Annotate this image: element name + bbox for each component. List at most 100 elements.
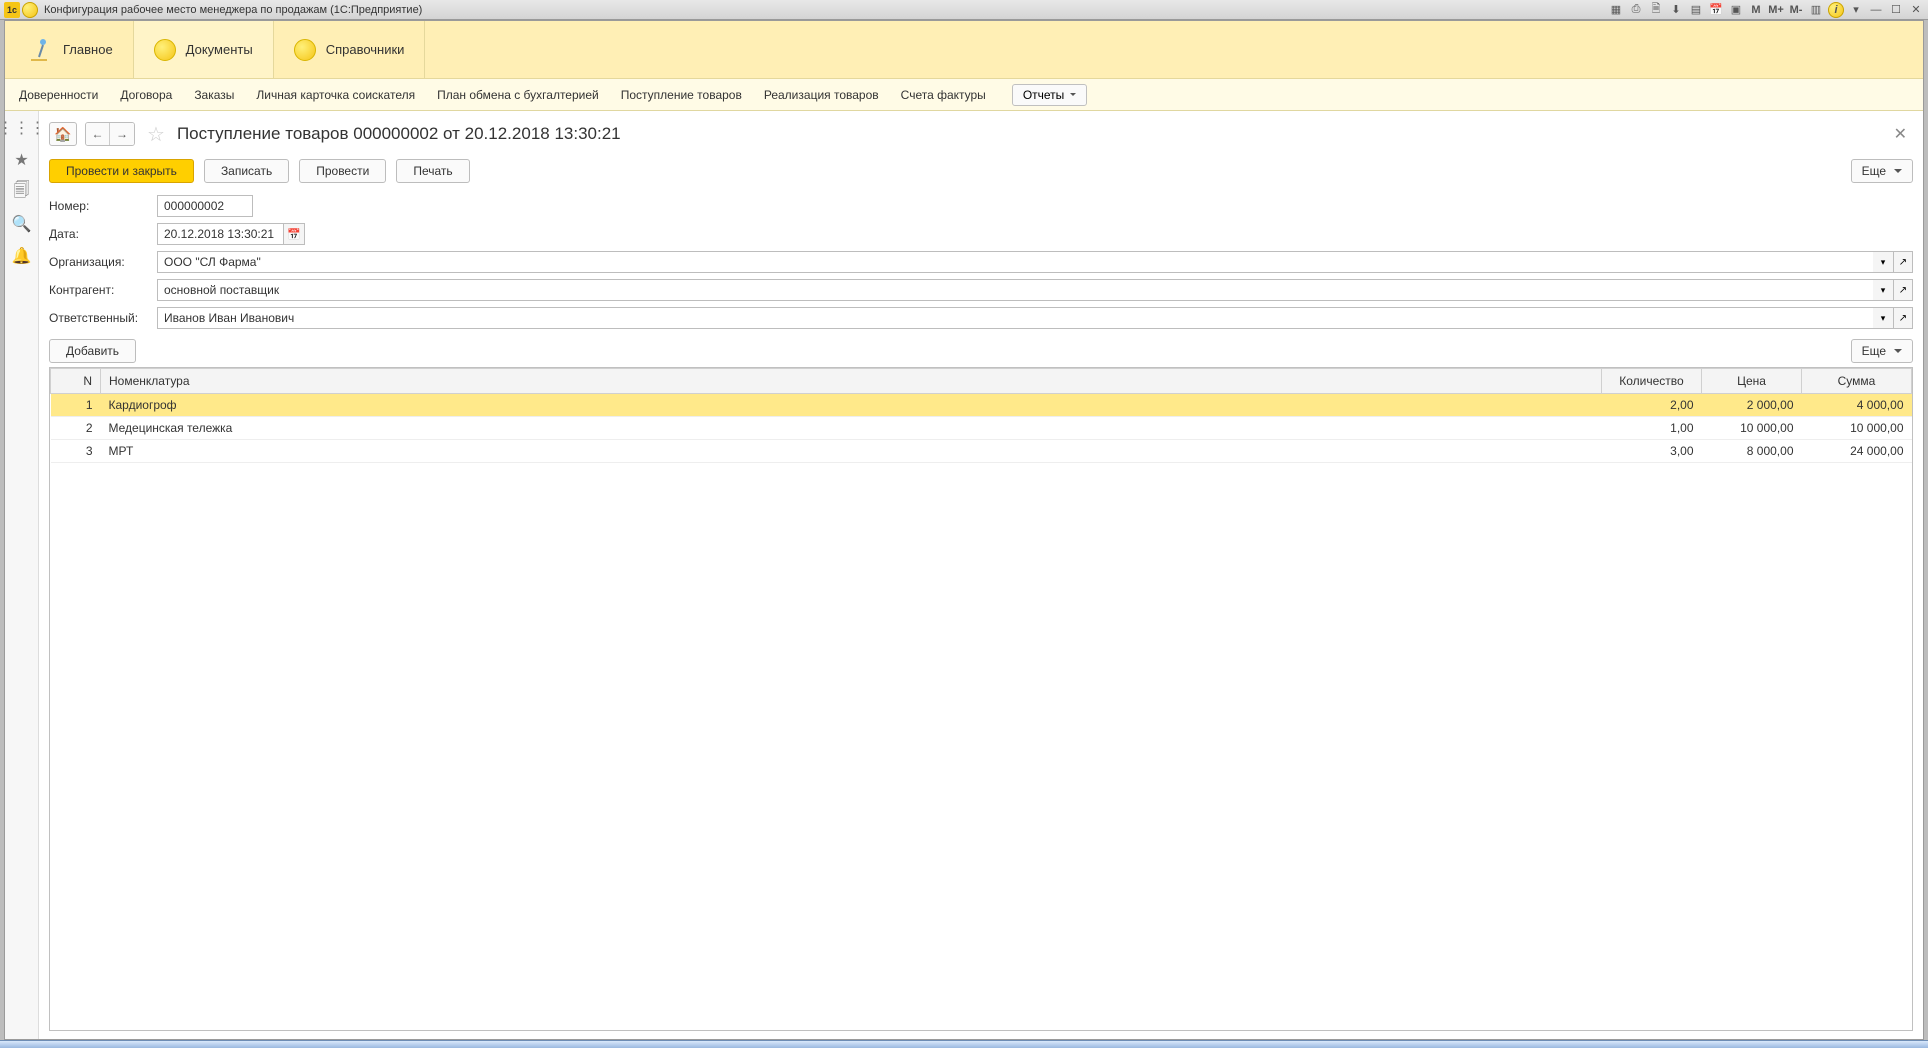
clipboard-icon[interactable]: 🗐	[13, 183, 31, 201]
memory-mplus-icon[interactable]: M+	[1768, 2, 1784, 18]
close-tab-button[interactable]: ✕	[1888, 124, 1913, 144]
left-sidebar: ⋮⋮⋮ ★ 🗐 🔍 🔔	[5, 111, 39, 1039]
cell-n: 3	[51, 440, 101, 463]
nav-back-forward: ← →	[85, 122, 135, 146]
doc-icon[interactable]: 🗎	[1648, 2, 1664, 18]
nav-back-button[interactable]: ←	[86, 123, 110, 145]
responsible-dropdown-icon[interactable]: ▾	[1873, 307, 1893, 329]
os-titlebar: 1c Конфигурация рабочее место менеджера …	[0, 0, 1928, 20]
sub-navigation: Доверенности Договора Заказы Личная карт…	[5, 79, 1923, 111]
table-row[interactable]: 1Кардиогроф2,002 000,004 000,00	[51, 394, 1912, 417]
cell-price: 10 000,00	[1702, 417, 1802, 440]
favorite-toggle-icon[interactable]: ☆	[147, 122, 165, 147]
table-row[interactable]: 2Медецинская тележка1,0010 000,0010 000,…	[51, 417, 1912, 440]
col-header-sum[interactable]: Сумма	[1802, 369, 1912, 394]
date-icon[interactable]: ▣	[1728, 2, 1744, 18]
grid-icon[interactable]: ▤	[1688, 2, 1704, 18]
search-icon[interactable]: 🔍	[13, 215, 31, 233]
content-area: ⋮⋮⋮ ★ 🗐 🔍 🔔 🏠 ← → ☆ Поступление товаров …	[5, 111, 1923, 1039]
nav-forward-button[interactable]: →	[110, 123, 134, 145]
tab-catalogs[interactable]: Справочники	[274, 21, 426, 78]
post-button[interactable]: Провести	[299, 159, 386, 183]
date-input[interactable]	[157, 223, 283, 245]
number-label: Номер:	[49, 199, 149, 213]
calendar-picker-icon[interactable]: 📅	[283, 223, 305, 245]
memory-m-icon[interactable]: M	[1748, 2, 1764, 18]
organization-input[interactable]	[157, 251, 1873, 273]
cell-quantity: 2,00	[1602, 394, 1702, 417]
number-input[interactable]	[157, 195, 253, 217]
contractor-label: Контрагент:	[49, 283, 149, 297]
cell-nomenclature: Медецинская тележка	[101, 417, 1602, 440]
tab-main-label: Главное	[63, 42, 113, 57]
organization-dropdown-icon[interactable]: ▾	[1873, 251, 1893, 273]
maximize-button[interactable]: ☐	[1888, 2, 1904, 18]
cell-nomenclature: МРТ	[101, 440, 1602, 463]
table-more-label: Еще	[1862, 344, 1886, 358]
write-button[interactable]: Записать	[204, 159, 289, 183]
cell-price: 2 000,00	[1702, 394, 1802, 417]
subnav-contracts[interactable]: Договора	[120, 88, 172, 102]
contractor-open-icon[interactable]: ↗	[1893, 279, 1913, 301]
table-row[interactable]: 3МРТ3,008 000,0024 000,00	[51, 440, 1912, 463]
col-header-price[interactable]: Цена	[1702, 369, 1802, 394]
responsible-label: Ответственный:	[49, 311, 149, 325]
subnav-powers-of-attorney[interactable]: Доверенности	[19, 88, 98, 102]
document-form: Номер: Дата: 📅 Организация: ▾ ↗	[49, 195, 1913, 329]
subnav-candidate-card[interactable]: Личная карточка соискателя	[256, 88, 415, 102]
organization-label: Организация:	[49, 255, 149, 269]
subnav-goods-sale[interactable]: Реализация товаров	[764, 88, 879, 102]
add-row-button[interactable]: Добавить	[49, 339, 136, 363]
print-icon[interactable]: ⎙	[1628, 2, 1644, 18]
app-badge-icon	[22, 2, 38, 18]
tab-catalogs-label: Справочники	[326, 42, 405, 57]
cell-sum: 24 000,00	[1802, 440, 1912, 463]
memory-mminus-icon[interactable]: M-	[1788, 2, 1804, 18]
col-header-quantity[interactable]: Количество	[1602, 369, 1702, 394]
reports-dropdown-button[interactable]: Отчеты	[1012, 84, 1087, 106]
cell-n: 2	[51, 417, 101, 440]
action-bar: Провести и закрыть Записать Провести Печ…	[49, 159, 1913, 183]
col-header-n[interactable]: N	[51, 369, 101, 394]
more-actions-button[interactable]: Еще	[1851, 159, 1913, 183]
disc-icon	[294, 39, 316, 61]
subnav-orders[interactable]: Заказы	[194, 88, 234, 102]
organization-open-icon[interactable]: ↗	[1893, 251, 1913, 273]
table-more-button[interactable]: Еще	[1851, 339, 1913, 363]
close-button[interactable]: ✕	[1908, 2, 1924, 18]
calendar-icon[interactable]: 📅	[1708, 2, 1724, 18]
tab-documents[interactable]: Документы	[134, 21, 274, 78]
notifications-bell-icon[interactable]: 🔔	[13, 247, 31, 265]
contractor-input[interactable]	[157, 279, 1873, 301]
dropdown-icon[interactable]: ▾	[1848, 2, 1864, 18]
subnav-exchange-plan[interactable]: План обмена с бухгалтерией	[437, 88, 599, 102]
page-title: Поступление товаров 000000002 от 20.12.2…	[177, 124, 621, 144]
more-label: Еще	[1862, 164, 1886, 178]
responsible-open-icon[interactable]: ↗	[1893, 307, 1913, 329]
subnav-invoices[interactable]: Счета фактуры	[901, 88, 986, 102]
contractor-dropdown-icon[interactable]: ▾	[1873, 279, 1893, 301]
items-table[interactable]: N Номенклатура Количество Цена Сумма 1Ка…	[49, 367, 1913, 1031]
info-icon[interactable]: i	[1828, 2, 1844, 18]
home-button[interactable]: 🏠	[49, 122, 77, 146]
page-header: 🏠 ← → ☆ Поступление товаров 000000002 от…	[49, 119, 1913, 149]
favorites-star-icon[interactable]: ★	[13, 151, 31, 169]
responsible-input[interactable]	[157, 307, 1873, 329]
toolbar-icon[interactable]: ▦	[1608, 2, 1624, 18]
download-icon[interactable]: ⬇	[1668, 2, 1684, 18]
tab-documents-label: Документы	[186, 42, 253, 57]
top-section-tabs: Главное Документы Справочники	[5, 21, 1923, 79]
post-and-close-button[interactable]: Провести и закрыть	[49, 159, 194, 183]
col-header-nomenclature[interactable]: Номенклатура	[101, 369, 1602, 394]
apps-grid-icon[interactable]: ⋮⋮⋮	[13, 119, 31, 137]
print-button[interactable]: Печать	[396, 159, 469, 183]
cell-n: 1	[51, 394, 101, 417]
panes-icon[interactable]: ▥	[1808, 2, 1824, 18]
minimize-button[interactable]: —	[1868, 2, 1884, 18]
cell-quantity: 3,00	[1602, 440, 1702, 463]
subnav-goods-receipt[interactable]: Поступление товаров	[621, 88, 742, 102]
tab-main[interactable]: Главное	[5, 21, 134, 78]
cell-nomenclature: Кардиогроф	[101, 394, 1602, 417]
table-toolbar: Добавить Еще	[49, 339, 1913, 363]
date-label: Дата:	[49, 227, 149, 241]
